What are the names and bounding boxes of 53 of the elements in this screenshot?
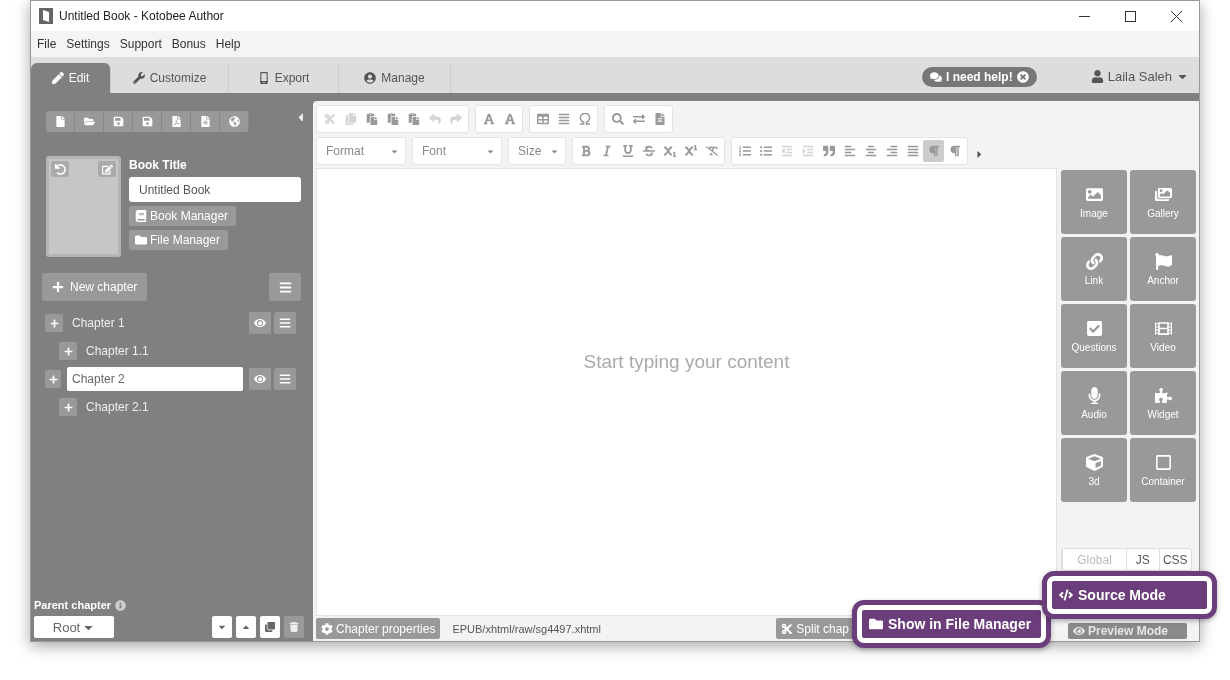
widget-tile[interactable]: Image xyxy=(1061,170,1127,234)
script-tab[interactable]: JS xyxy=(1126,549,1159,570)
widget-tile[interactable]: Video xyxy=(1130,304,1196,368)
tab[interactable]: Edit xyxy=(31,63,111,93)
source-mode-button[interactable]: Source Mode xyxy=(1052,581,1207,609)
widget-label: Widget xyxy=(1147,408,1179,420)
chapter-properties-button[interactable]: Chapter properties xyxy=(316,618,441,639)
dropdown[interactable]: Format xyxy=(316,137,406,165)
preview-mode-button[interactable]: Preview Mode xyxy=(1068,623,1187,639)
widget-tile[interactable]: Widget xyxy=(1130,371,1196,435)
widget-tile[interactable]: Container xyxy=(1130,438,1196,502)
show-in-file-manager-button[interactable]: Show in File Manager xyxy=(862,610,1042,638)
widget-label: Anchor xyxy=(1147,274,1179,286)
editor-placeholder: Start typing your content xyxy=(583,351,790,373)
menu-item[interactable]: Settings xyxy=(66,37,110,51)
widget-label: Link xyxy=(1084,274,1104,286)
user-menu[interactable]: Laila Saleh xyxy=(1090,69,1189,84)
widget-label: Gallery xyxy=(1147,207,1179,219)
menu-item[interactable]: Help xyxy=(215,37,241,51)
widget-tile[interactable]: Questions xyxy=(1061,304,1127,368)
window-title: Untitled Book - Kotobee Author xyxy=(59,9,224,23)
dropdown[interactable]: Font xyxy=(412,137,502,165)
file-manager-button[interactable]: File Manager xyxy=(129,230,229,250)
widget-tile[interactable]: Anchor xyxy=(1130,237,1196,301)
split-chapter-button[interactable]: Split chap xyxy=(776,618,854,639)
widget-tile[interactable]: Link xyxy=(1061,237,1127,301)
menu-item[interactable]: Support xyxy=(119,37,162,51)
widget-label: Container xyxy=(1141,475,1185,487)
widget-label: Image xyxy=(1080,207,1108,219)
field-label: Parent chapter xyxy=(34,599,112,611)
book-title-field[interactable]: Untitled Book xyxy=(129,177,301,202)
widget-tile[interactable]: 3d xyxy=(1061,438,1127,502)
widget-label: Audio xyxy=(1081,408,1107,420)
editor-area[interactable]: Start typing your content xyxy=(316,168,1057,616)
menu-item[interactable]: Bonus xyxy=(171,37,206,51)
widget-label: Questions xyxy=(1071,341,1117,353)
widget-tile[interactable]: Audio xyxy=(1061,371,1127,435)
chapter-title-field[interactable]: Chapter 2 xyxy=(67,367,243,391)
field-label: Book Title xyxy=(129,158,188,172)
chapter-item[interactable]: Chapter 2.1 xyxy=(83,400,149,414)
chapter-item[interactable]: Chapter 1.1 xyxy=(83,344,149,358)
widget-label: 3d xyxy=(1088,475,1100,487)
widget-tile[interactable]: Gallery xyxy=(1130,170,1196,234)
file-path: EPUB/xhtml/raw/sg4497.xhtml xyxy=(452,622,601,635)
script-tab[interactable]: CSS xyxy=(1158,549,1191,570)
menu-item[interactable]: File xyxy=(37,37,57,51)
book-manager-button[interactable]: Book Manager xyxy=(129,206,237,226)
widget-label: Video xyxy=(1150,341,1176,353)
dropdown[interactable]: Size xyxy=(508,137,566,165)
chapter-item[interactable]: Chapter 1 xyxy=(69,316,125,330)
parent-chapter-dropdown[interactable]: Root xyxy=(34,616,114,638)
help-button[interactable]: I need help! xyxy=(922,67,1037,87)
new-chapter-button[interactable]: New chapter xyxy=(42,273,148,301)
